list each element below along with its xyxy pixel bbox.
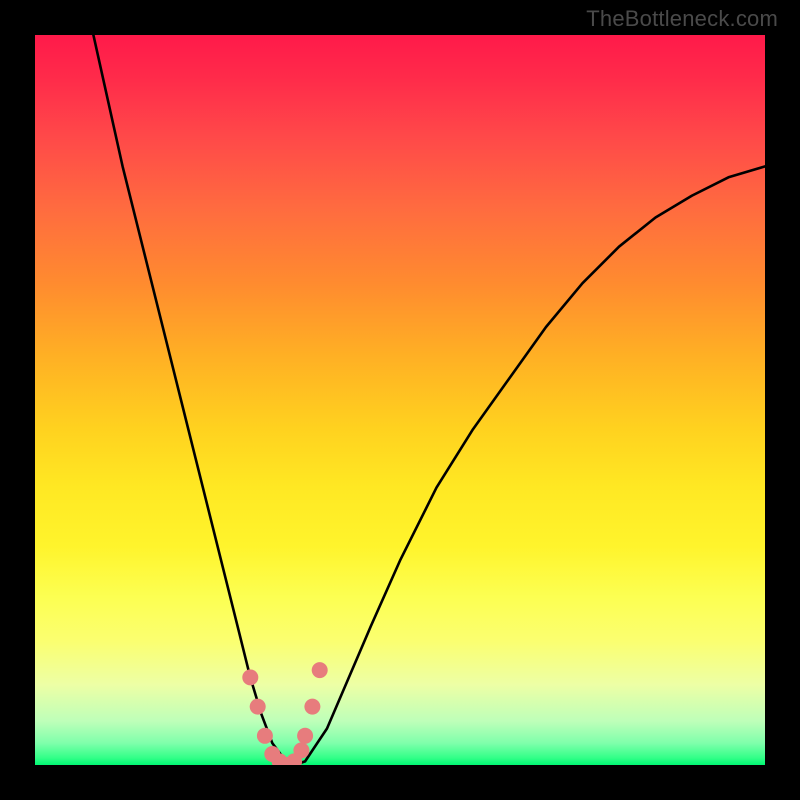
curve-layer [35, 35, 765, 765]
plot-area [35, 35, 765, 765]
marker-dot [304, 699, 320, 715]
marker-dot [293, 742, 309, 758]
bottleneck-curve-path [93, 35, 765, 765]
watermark-text: TheBottleneck.com [586, 6, 778, 32]
marker-dot [297, 728, 313, 744]
marker-dot [242, 669, 258, 685]
marker-dot [257, 728, 273, 744]
marker-dot [312, 662, 328, 678]
chart-frame: TheBottleneck.com [0, 0, 800, 800]
optimal-zone-markers [242, 662, 327, 765]
marker-dot [250, 699, 266, 715]
